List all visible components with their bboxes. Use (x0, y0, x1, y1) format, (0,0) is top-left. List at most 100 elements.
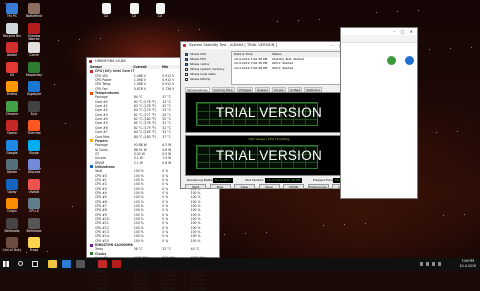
aida-button[interactable]: Preferences (307, 184, 329, 189)
star (450, 48, 451, 49)
aida-app-icon (183, 44, 186, 47)
desktop-icon[interactable]: Discord (24, 159, 44, 175)
aida-window: System Stability Test - AIDA64 [ TRIAL V… (180, 41, 356, 189)
app-icon (28, 61, 40, 73)
desktop-icon-label: CX (103, 14, 109, 18)
clock-date: 10-4-2019 (459, 264, 477, 268)
search-icon[interactable] (18, 261, 23, 266)
taskbar-app-store[interactable] (76, 260, 85, 268)
desktop-icon[interactable]: Fraps (24, 237, 44, 253)
desktop-icon[interactable]: Uplay (2, 178, 22, 195)
star (277, 21, 278, 22)
checkbox-icon (185, 67, 188, 71)
app-icon (28, 81, 40, 92)
desktop-icon[interactable]: Call of Duty (2, 237, 22, 253)
aida-button[interactable]: Save (258, 184, 280, 189)
desktop-icon[interactable]: Thermal (24, 120, 44, 136)
desktop-icon-label: Gigabyte (26, 92, 42, 96)
app-icon (6, 198, 18, 209)
window-controls[interactable]: – ▢ ✕ (393, 28, 415, 35)
explorer-tile-icons (387, 50, 415, 69)
desktop-icon[interactable]: Shadow Warrior (24, 22, 44, 42)
table-row[interactable]: Core #7 4300 MHz 800 MHz 4700 MHz (87, 287, 219, 291)
star (100, 38, 101, 39)
star (323, 225, 324, 226)
blue-logo-icon (405, 56, 415, 65)
desktop-icon[interactable]: EA (2, 61, 22, 78)
desktop-icon[interactable]: Bethesda (2, 217, 22, 234)
cpu-usage-chart: CPU Usage | CPU Throttling TRIAL VERSION (185, 135, 353, 176)
app-icon (6, 100, 18, 112)
desktop-icon-label: Origin (7, 209, 17, 213)
app-icon (28, 198, 40, 209)
desktop-icon-label: CPU-Z (29, 209, 39, 213)
desktop-icon-label: Bethesda (4, 228, 20, 233)
desktop-file-icon[interactable]: CX (124, 3, 144, 19)
explorer-window: – ▢ ✕ (340, 27, 418, 199)
app-icon (28, 100, 40, 112)
desktop-icon[interactable]: Recycle Bin (2, 22, 22, 39)
stress-checkbox[interactable]: Stress GPU(s) (185, 77, 229, 82)
desktop-icon[interactable]: Kaspersky (24, 61, 44, 78)
desktop-icon[interactable]: Thi PC (2, 3, 22, 19)
desktop-icon-label: Opera (7, 131, 17, 135)
log-row: 10-4-2019 7:06:38 PM GPU1: Started (232, 66, 352, 71)
desktop-icon[interactable]: Chrome (2, 100, 22, 117)
clock[interactable]: 7:06 PM 10-4-2019 (460, 258, 477, 269)
table-cell: 800 MHz (162, 286, 176, 291)
task-view-icon[interactable] (32, 261, 38, 267)
aida-button[interactable]: Stop (209, 184, 231, 189)
desktop-icon[interactable]: Epic (24, 100, 44, 117)
desktop-file-icon[interactable]: CX (96, 3, 116, 19)
desktop-icon[interactable]: Firefox (2, 81, 22, 97)
checkbox-label: Stress FPU (190, 57, 206, 61)
explorer-ribbon (341, 35, 417, 43)
desktop-icon[interactable]: Opera (2, 120, 22, 136)
star (365, 223, 366, 224)
star (418, 10, 419, 11)
star (436, 132, 437, 133)
app-icon (6, 217, 18, 229)
aida-button[interactable]: Start (185, 184, 206, 189)
app-icon (28, 159, 40, 170)
desktop-icon[interactable]: CPU-Z (24, 198, 44, 214)
desktop-icon-label: Battlefield (25, 14, 43, 18)
explorer-titlebar[interactable]: – ▢ ✕ (341, 28, 417, 35)
taskbar-app-hwinfo[interactable] (98, 260, 107, 268)
start-button[interactable] (3, 261, 9, 267)
aida-button[interactable]: CPUID (283, 184, 304, 189)
app-icon (6, 159, 18, 170)
star (178, 30, 179, 31)
app-icon (6, 3, 18, 14)
checkbox-icon (185, 77, 188, 81)
desktop-icon[interactable]: Game (24, 42, 44, 58)
desktop-icon-label: Bethesda (26, 228, 42, 233)
desktop-icon[interactable]: Vivaldi (24, 178, 44, 195)
desktop-icon[interactable]: Google (2, 139, 22, 156)
star (319, 19, 320, 20)
app-icon (6, 139, 18, 151)
trial-watermark: TRIAL VERSION (215, 105, 323, 120)
started-value: 10-4-2019 7:06:38 PM (265, 178, 303, 183)
desktop-icon-label: Fraps (29, 248, 39, 252)
desktop-icon[interactable]: Adobe (2, 42, 22, 58)
taskbar-app-edge[interactable] (62, 260, 71, 268)
aida-titlebar[interactable]: System Stability Test - AIDA64 [ TRIAL V… (181, 42, 355, 49)
desktop-icon[interactable]: Steam (2, 159, 22, 175)
checkbox-label: Stress GPU(s) (190, 77, 211, 81)
app-icon (28, 42, 40, 53)
tray-icons[interactable] (420, 262, 444, 266)
app-icon (28, 120, 40, 131)
taskbar-app-aida[interactable] (112, 260, 121, 268)
hwinfo-title: HWiNFO64 v5.88 (95, 59, 126, 63)
desktop-icon[interactable]: Battlefield (24, 3, 44, 19)
desktop-icon[interactable]: Gigabyte (24, 81, 44, 97)
taskbar-app-explorer[interactable] (48, 260, 57, 268)
desktop-icon[interactable]: Skype (24, 139, 44, 156)
desktop-file-icon[interactable]: CX (150, 3, 170, 19)
desktop-icon[interactable]: Bethesda (24, 217, 44, 234)
aida-button[interactable]: Clear (234, 184, 255, 189)
desktop-icon[interactable]: Origin (2, 198, 22, 214)
app-icon (6, 178, 18, 190)
desktop-icon-label: Shadow Warrior (27, 33, 41, 42)
